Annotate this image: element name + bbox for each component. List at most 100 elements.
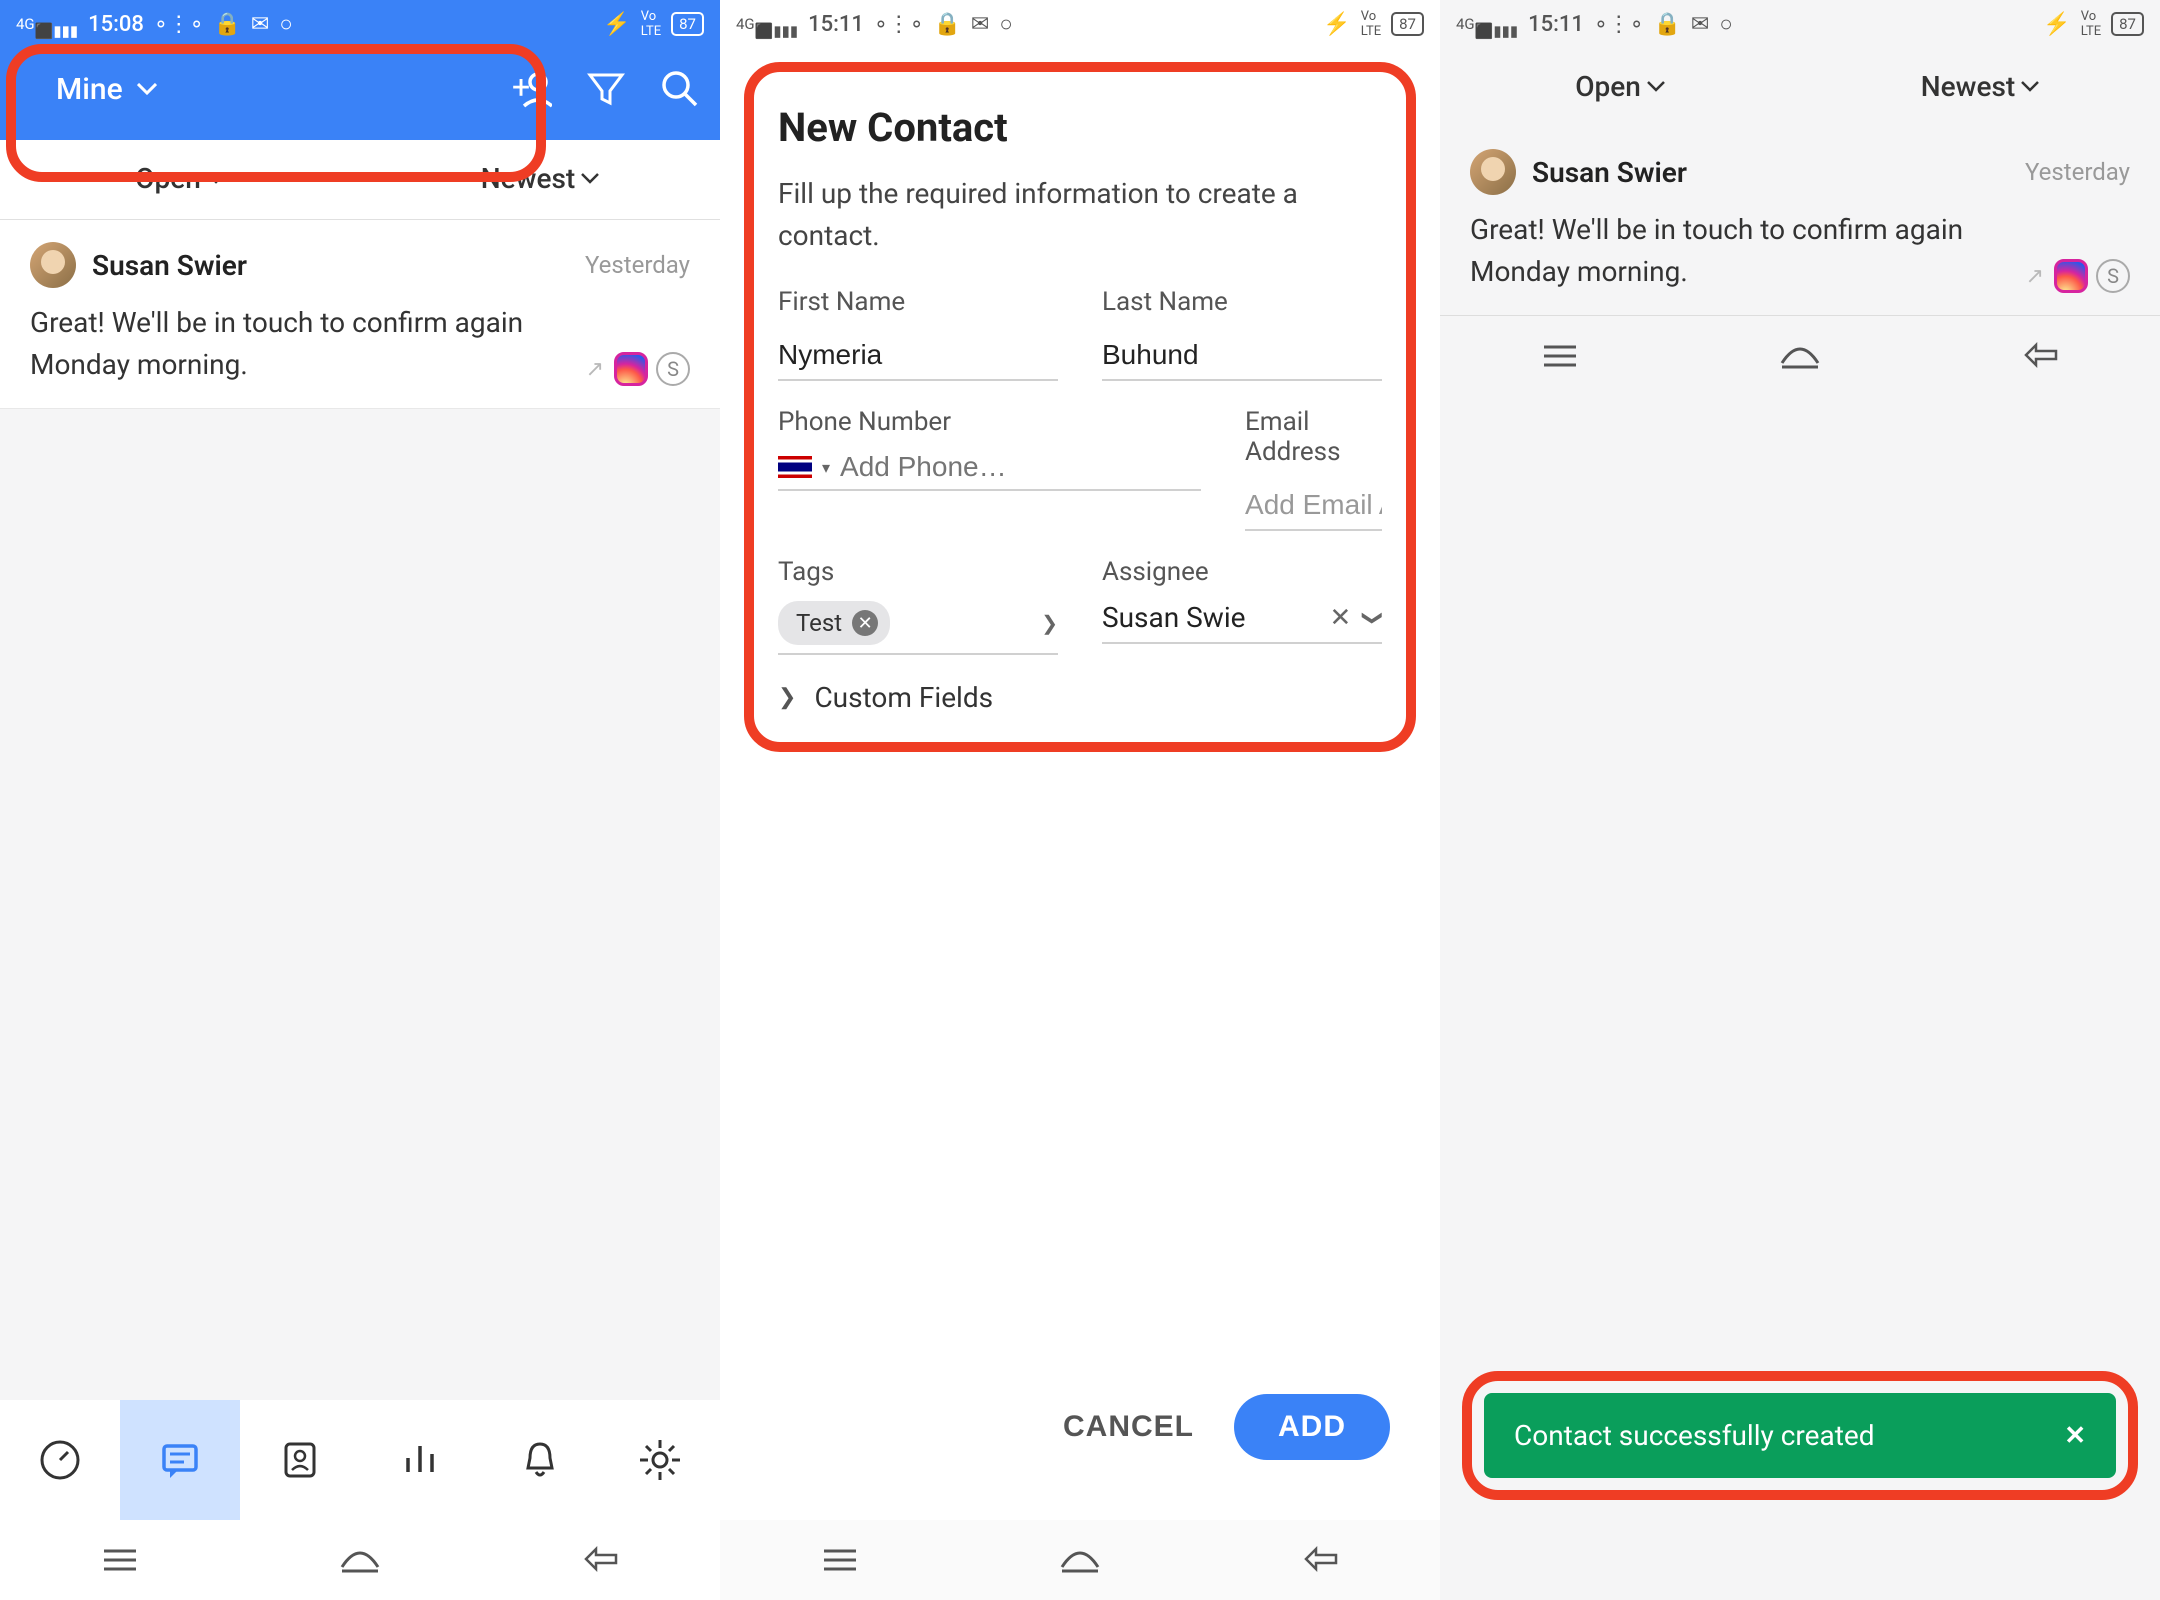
view-filter-dropdown[interactable]: Mine [56, 72, 157, 107]
contact-name: Susan Swier [92, 249, 247, 282]
chevron-down-icon[interactable]: ❯ [1362, 609, 1386, 626]
message-list: Susan Swier Yesterday Great! We'll be in… [1440, 127, 2160, 316]
add-button[interactable]: ADD [1234, 1394, 1390, 1460]
topbar: Mine + [0, 48, 720, 140]
filter-status-dropdown[interactable]: Open [0, 162, 360, 195]
custom-fields-toggle[interactable]: ❯ Custom Fields [778, 681, 1382, 714]
country-flag-icon[interactable] [778, 456, 812, 478]
volte-icon: VoLTE [1361, 9, 1381, 39]
lock-icon: 🔒 [213, 12, 240, 37]
chevron-right-icon: ❯ [778, 685, 796, 710]
back-button[interactable] [1200, 1543, 1440, 1577]
volte-icon: VoLTE [641, 9, 661, 39]
assignee-badge: S [656, 352, 690, 386]
email-label: Email Address [1245, 407, 1382, 467]
back-button[interactable] [1920, 339, 2160, 373]
phone-label: Phone Number [778, 407, 1201, 437]
wifi-icon: ∘⋮∘ [154, 12, 204, 37]
close-toast-icon[interactable]: ✕ [2064, 1421, 2086, 1451]
avatar [30, 242, 76, 288]
recent-apps-button[interactable] [1440, 341, 1680, 371]
home-button[interactable] [240, 1545, 480, 1575]
outgoing-icon: ↗ [586, 357, 604, 382]
clear-assignee-icon[interactable]: ✕ [1329, 603, 1351, 633]
home-button[interactable] [960, 1545, 1200, 1575]
bluetooth-icon: ⚡ [603, 12, 630, 37]
outgoing-icon: ↗ [2026, 264, 2044, 289]
mail-icon: ✉ [971, 12, 989, 37]
android-softkeys [1440, 316, 2160, 396]
screen-inbox-toast: 4G⬛▮▮▮ 15:11 ∘⋮∘ 🔒 ✉ ○ ⚡ VoLTE 87 Open N… [1440, 0, 2160, 1600]
phone-input[interactable] [840, 451, 1201, 483]
tag-chip[interactable]: Test ✕ [778, 601, 890, 645]
nav-dashboard[interactable] [0, 1400, 120, 1520]
circle-icon: ○ [279, 11, 292, 37]
nav-messages[interactable] [120, 1400, 240, 1520]
battery-icon: 87 [1391, 12, 1424, 36]
status-time: 15:11 [808, 12, 864, 37]
filter-sort-dropdown[interactable]: Newest [1800, 70, 2160, 103]
screen-inbox: 4G⬛▮▮▮ 15:08 ∘⋮∘ 🔒 ✉ ○ ⚡ VoLTE 87 Mine + [0, 0, 720, 1600]
last-name-input[interactable] [1102, 331, 1382, 381]
mail-icon: ✉ [251, 12, 269, 37]
filter-icon[interactable] [586, 69, 626, 109]
message-time: Yesterday [585, 251, 690, 279]
chevron-down-icon [137, 83, 157, 95]
nav-reports[interactable] [360, 1400, 480, 1520]
view-filter-label: Mine [56, 72, 123, 107]
add-contact-button[interactable]: + [510, 68, 552, 110]
success-toast: Contact successfully created ✕ [1484, 1393, 2116, 1478]
nav-contacts[interactable] [240, 1400, 360, 1520]
custom-fields-label: Custom Fields [814, 681, 993, 714]
recent-apps-button[interactable] [720, 1545, 960, 1575]
network-icon: 4G⬛▮▮▮ [16, 9, 78, 39]
toast-message: Contact successfully created [1514, 1419, 1875, 1452]
chevron-down-icon [581, 173, 599, 184]
first-name-input[interactable] [778, 331, 1058, 381]
contact-name: Susan Swier [1532, 156, 1687, 189]
home-button[interactable] [1680, 341, 1920, 371]
remove-tag-icon[interactable]: ✕ [852, 610, 878, 636]
assignee-badge: S [2096, 259, 2130, 293]
message-list: Susan Swier Yesterday Great! We'll be in… [0, 220, 720, 409]
network-icon: 4G⬛▮▮▮ [736, 9, 798, 39]
last-name-label: Last Name [1102, 287, 1382, 317]
bottom-nav [0, 1400, 720, 1520]
network-icon: 4G⬛▮▮▮ [1456, 9, 1518, 39]
nav-settings[interactable] [600, 1400, 720, 1520]
message-item[interactable]: Susan Swier Yesterday Great! We'll be in… [0, 220, 720, 409]
bluetooth-icon: ⚡ [1323, 12, 1350, 37]
email-input[interactable] [1245, 481, 1382, 531]
recent-apps-button[interactable] [0, 1545, 240, 1575]
filter-row: Open Newest [0, 138, 720, 220]
avatar [1470, 149, 1516, 195]
search-icon[interactable] [660, 69, 700, 109]
chevron-down-icon [2021, 81, 2039, 92]
chevron-down-icon [1647, 81, 1665, 92]
android-softkeys [0, 1520, 720, 1600]
message-item[interactable]: Susan Swier Yesterday Great! We'll be in… [1440, 127, 2160, 316]
circle-icon: ○ [1719, 11, 1732, 37]
tags-label: Tags [778, 557, 1058, 587]
filter-sort-dropdown[interactable]: Newest [360, 162, 720, 195]
assignee-dropdown[interactable]: Susan Swie ✕ ❯ [1102, 601, 1382, 644]
mail-icon: ✉ [1691, 12, 1709, 37]
bluetooth-icon: ⚡ [2043, 12, 2070, 37]
cancel-button[interactable]: CANCEL [1063, 1410, 1194, 1444]
instagram-icon [614, 352, 648, 386]
status-time: 15:08 [88, 12, 144, 37]
modal-description: Fill up the required information to crea… [778, 173, 1382, 257]
chevron-down-icon[interactable]: ▾ [822, 458, 830, 477]
status-bar: 4G⬛▮▮▮ 15:11 ∘⋮∘ 🔒 ✉ ○ ⚡ VoLTE 87 [720, 0, 1440, 48]
nav-notifications[interactable] [480, 1400, 600, 1520]
modal-title: New Contact [778, 104, 1382, 151]
tags-input[interactable]: Test ✕ ❯ [778, 601, 1058, 655]
circle-icon: ○ [999, 11, 1012, 37]
new-contact-modal: New Contact Fill up the required informa… [744, 62, 1416, 752]
chevron-down-icon[interactable]: ❯ [1041, 611, 1058, 635]
filter-status-dropdown[interactable]: Open [1440, 70, 1800, 103]
filter-sort-label: Newest [481, 162, 575, 195]
back-button[interactable] [480, 1543, 720, 1577]
screen-new-contact: 4G⬛▮▮▮ 15:11 ∘⋮∘ 🔒 ✉ ○ ⚡ VoLTE 87 New Co… [720, 0, 1440, 1600]
lock-icon: 🔒 [1653, 12, 1680, 37]
